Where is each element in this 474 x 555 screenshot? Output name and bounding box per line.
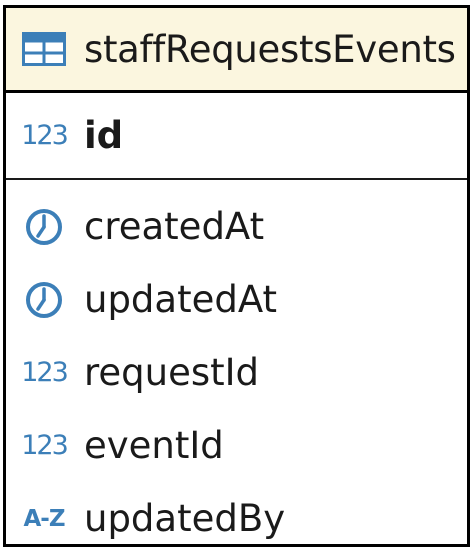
entity-header[interactable]: staffRequestsEvents <box>6 8 467 93</box>
table-icon <box>16 29 72 69</box>
clock-icon <box>16 280 72 320</box>
field-name: updatedAt <box>84 278 278 321</box>
numeric-type-icon: 123 <box>21 120 69 151</box>
numeric-type-icon: 123 <box>21 430 69 461</box>
field-list: createdAt updatedAt 123 requestId 123 ev… <box>6 180 467 555</box>
entity-table-staffRequestsEvents[interactable]: staffRequestsEvents 123 id createdAt upd… <box>3 5 470 547</box>
primary-key-row[interactable]: 123 id <box>6 93 467 180</box>
field-name: createdAt <box>84 205 265 248</box>
field-row-eventId[interactable]: 123 eventId <box>6 409 467 482</box>
field-name: eventId <box>84 424 224 467</box>
numeric-type-icon: 123 <box>21 357 69 388</box>
field-row-updatedBy[interactable]: A-Z updatedBy <box>6 482 467 555</box>
field-row-requestId[interactable]: 123 requestId <box>6 336 467 409</box>
field-row-createdAt[interactable]: createdAt <box>6 190 467 263</box>
field-name: updatedBy <box>84 497 286 540</box>
field-row-updatedAt[interactable]: updatedAt <box>6 263 467 336</box>
primary-key-name: id <box>84 114 124 157</box>
clock-icon <box>16 207 72 247</box>
entity-title: staffRequestsEvents <box>84 27 456 71</box>
text-type-icon: A-Z <box>23 505 65 532</box>
field-name: requestId <box>84 351 260 394</box>
